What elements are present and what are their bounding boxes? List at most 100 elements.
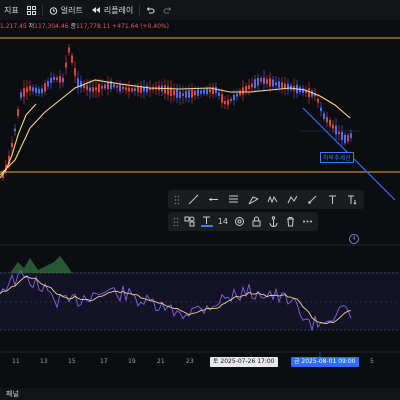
trash-icon[interactable] [284, 216, 296, 228]
candle-body [320, 107, 322, 112]
open-value: 1,217.45 [0, 23, 27, 30]
event-badge[interactable]: 4 [349, 234, 359, 244]
candle-body [329, 119, 331, 127]
lock-icon[interactable] [250, 216, 262, 228]
drawing-toolbar [168, 190, 364, 209]
close-value: 117,778.11 [75, 23, 111, 30]
time-axis-tick: 13 [40, 358, 48, 365]
alarm-clock-icon [49, 6, 57, 15]
candle-body [317, 98, 319, 103]
candle-body [266, 79, 268, 84]
candle-body [347, 135, 349, 142]
candle-body [50, 77, 52, 83]
candle-body [53, 76, 55, 80]
horizontal-ray-tool-icon[interactable] [207, 194, 219, 206]
drag-handle-icon[interactable] [174, 195, 180, 205]
candle-body [98, 83, 100, 93]
candle-body [281, 82, 283, 89]
candle-body [257, 77, 259, 86]
undo-button[interactable] [142, 0, 159, 20]
drag-handle-icon[interactable] [173, 217, 179, 227]
candle-body [230, 98, 232, 102]
projection-tool-icon[interactable] [287, 194, 299, 206]
candle-body [269, 78, 271, 87]
candle-body [20, 92, 22, 98]
change-value: +471.64 (+0.40%) [112, 23, 169, 30]
time-axis-tick: 19 [128, 358, 136, 365]
candle-body [38, 89, 40, 94]
candle-body [233, 95, 235, 101]
candle-body [323, 113, 325, 119]
time-axis-tick: 5 [370, 358, 374, 365]
candle-body [32, 87, 34, 92]
candle-body [341, 132, 343, 140]
candle-body [11, 143, 13, 147]
candle-body [335, 125, 337, 135]
candle-body [35, 87, 37, 93]
brush-tool-icon[interactable] [306, 194, 318, 206]
text-color-icon[interactable] [200, 216, 213, 228]
candle-body [263, 77, 265, 84]
candle-body [122, 86, 124, 90]
candle-body [206, 88, 208, 95]
indicators-button[interactable]: 지표 [0, 0, 23, 20]
candle-body [185, 90, 187, 98]
redo-icon [163, 6, 172, 13]
candle-body [74, 68, 76, 76]
candle-body [107, 82, 109, 90]
divider [139, 4, 141, 16]
candle-body [194, 90, 196, 96]
candle-body [56, 77, 58, 81]
settings-icon[interactable] [233, 216, 245, 228]
fibonacci-tool-icon[interactable] [227, 194, 239, 206]
font-size-value[interactable]: 14 [218, 217, 228, 226]
time-axis-tick: 11 [12, 358, 20, 365]
trendline-tool-icon[interactable] [188, 194, 200, 206]
pitchfork-tool-icon[interactable] [247, 194, 259, 206]
text-size-tool-icon[interactable] [346, 194, 358, 206]
candle-body [251, 83, 253, 88]
oscillator-panel-bg [0, 272, 400, 330]
time-axis-tick: 21 [157, 358, 165, 365]
alert-button[interactable]: 얼러트 [45, 0, 87, 20]
candle-body [116, 85, 118, 88]
anchor-icon[interactable] [267, 216, 279, 228]
trendline-label[interactable]: 하락추세선 [320, 152, 354, 163]
more-icon[interactable] [301, 216, 313, 228]
time-axis-tick: 17 [100, 358, 108, 365]
candle-body [59, 76, 61, 83]
top-toolbar: 지표 얼러트 리플레이 [0, 0, 400, 20]
candle-body [173, 89, 175, 96]
candle-body [326, 116, 328, 123]
candle-body [278, 81, 280, 88]
candle-body [137, 86, 139, 93]
redo-button[interactable] [159, 0, 176, 20]
candle-body [350, 133, 352, 139]
candle-body [14, 128, 16, 132]
candle-body [17, 109, 19, 116]
oscillator-overbought-area [10, 256, 72, 273]
drawing-properties-toolbar: 14 [168, 212, 318, 231]
indicators-label: 지표 [4, 5, 19, 15]
candle-body [167, 86, 169, 95]
candle-body [254, 79, 256, 88]
candle-body [62, 77, 64, 83]
low-value: 117,304.46 [34, 23, 69, 30]
ohlc-legend: 1,217.45 저117,304.46 종117,778.11 +471.64… [0, 21, 169, 31]
replay-button[interactable]: 리플레이 [87, 0, 137, 20]
bottom-panel-bar[interactable]: 패널 [0, 388, 400, 400]
candle-body [209, 89, 211, 93]
text-tool-icon[interactable] [326, 194, 338, 206]
pattern-tool-icon[interactable] [267, 194, 279, 206]
candle-body [344, 134, 346, 144]
candle-body [89, 87, 91, 92]
candle-body [44, 83, 46, 92]
candle-body [284, 83, 286, 89]
layouts-button[interactable] [23, 0, 40, 20]
replay-label: 리플레이 [103, 5, 134, 15]
candle-body [245, 86, 247, 92]
candle-body [41, 88, 43, 94]
candle-body [104, 84, 106, 89]
template-icon[interactable] [184, 216, 196, 228]
candle-body [131, 88, 133, 92]
